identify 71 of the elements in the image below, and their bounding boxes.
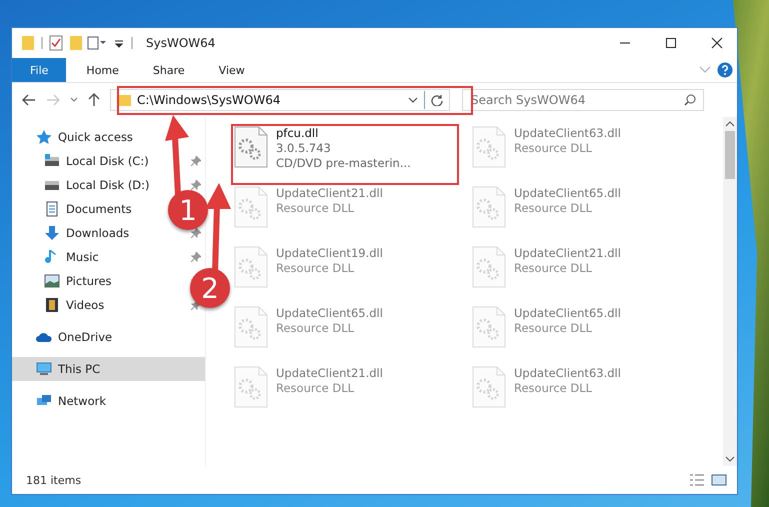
file-name[interactable]: pfcu.dll xyxy=(276,126,411,141)
sidebar-item[interactable]: Local Disk (D:) xyxy=(44,173,150,197)
file-description: Resource DLL xyxy=(276,261,356,276)
picture-icon xyxy=(44,273,60,289)
file-name[interactable]: UpdateClient63.dll xyxy=(514,126,621,141)
ribbon-tab[interactable]: Home xyxy=(72,58,133,82)
maximize-icon[interactable] xyxy=(665,37,677,49)
file-description: CD/DVD pre-masterin... xyxy=(276,156,411,171)
refresh-icon[interactable] xyxy=(431,94,443,106)
chevron-down-icon[interactable] xyxy=(408,97,418,103)
forward-arrow-icon[interactable] xyxy=(46,94,60,106)
drive-icon xyxy=(44,153,60,169)
sidebar-item[interactable]: Pictures xyxy=(44,269,112,293)
file-name[interactable]: UpdateClient65.dll xyxy=(276,306,383,321)
sidebar-item[interactable]: OneDrive xyxy=(12,325,205,349)
file-description: Resource DLL xyxy=(514,321,594,336)
ribbon-tab[interactable]: File xyxy=(12,58,66,82)
sidebar-item[interactable]: Downloads xyxy=(44,221,130,245)
file-name[interactable]: UpdateClient65.dll xyxy=(514,306,621,321)
sidebar-item[interactable]: This PC xyxy=(12,357,205,381)
file-name[interactable]: UpdateClient19.dll xyxy=(276,246,383,261)
scrollbar[interactable] xyxy=(723,117,737,466)
monitor-icon xyxy=(36,362,52,376)
file-name[interactable]: UpdateClient21.dll xyxy=(514,246,621,261)
up-arrow-icon[interactable] xyxy=(88,93,100,107)
file-description: Resource DLL xyxy=(276,201,356,216)
file-gear-icon[interactable] xyxy=(234,126,268,168)
chevron-down-icon[interactable] xyxy=(725,456,735,462)
pin-icon[interactable] xyxy=(191,228,201,238)
sidebar-item[interactable]: Music xyxy=(44,245,99,269)
file-version: 3.0.5.743 xyxy=(276,141,332,156)
sidebar-item[interactable]: Network xyxy=(12,389,205,413)
ribbon-tab[interactable]: Share xyxy=(138,58,199,82)
film-icon xyxy=(44,297,60,313)
item-count: 181 items xyxy=(26,474,82,486)
download-arrow-icon xyxy=(44,225,60,241)
file-name[interactable]: UpdateClient65.dll xyxy=(514,186,621,201)
address-field[interactable]: C:\Windows\SysWOW64 xyxy=(110,89,450,111)
document-icon xyxy=(44,201,60,217)
file-description: Resource DLL xyxy=(514,201,594,216)
details-view-icon[interactable] xyxy=(689,473,705,487)
file-description: Resource DLL xyxy=(514,261,594,276)
cloud-icon xyxy=(36,330,52,344)
search-icon xyxy=(684,94,696,106)
sidebar-item[interactable]: Videos xyxy=(44,293,104,317)
sidebar-item[interactable]: Documents xyxy=(44,197,132,221)
file-description: Resource DLL xyxy=(276,321,356,336)
file-name[interactable]: UpdateClient21.dll xyxy=(276,186,383,201)
ribbon-tab[interactable]: View xyxy=(204,58,259,82)
network-icon xyxy=(36,394,52,408)
pin-icon[interactable] xyxy=(191,252,201,262)
chevron-down-icon[interactable] xyxy=(70,97,78,103)
star-icon xyxy=(36,130,52,144)
file-description: Resource DLL xyxy=(514,141,594,156)
file-name[interactable]: UpdateClient63.dll xyxy=(514,366,621,381)
search-field[interactable]: Search SysWOW64 xyxy=(462,89,704,111)
sidebar-item[interactable]: Local Disk (C:) xyxy=(44,149,149,173)
pin-icon[interactable] xyxy=(191,300,201,310)
close-icon[interactable] xyxy=(711,37,723,49)
file-description: Resource DLL xyxy=(276,381,356,396)
pin-icon[interactable] xyxy=(191,156,201,166)
pin-icon[interactable] xyxy=(191,180,201,190)
window-title: SysWOW64 xyxy=(146,36,216,50)
sidebar-item[interactable]: Quick access xyxy=(12,125,205,149)
scrollbar-thumb[interactable] xyxy=(725,131,735,179)
file-description: Resource DLL xyxy=(514,381,594,396)
back-arrow-icon[interactable] xyxy=(22,94,36,106)
help-icon[interactable] xyxy=(717,62,733,78)
file-name[interactable]: UpdateClient21.dll xyxy=(276,366,383,381)
chevron-up-icon[interactable] xyxy=(725,121,735,127)
large-icons-view-icon[interactable] xyxy=(711,473,727,487)
